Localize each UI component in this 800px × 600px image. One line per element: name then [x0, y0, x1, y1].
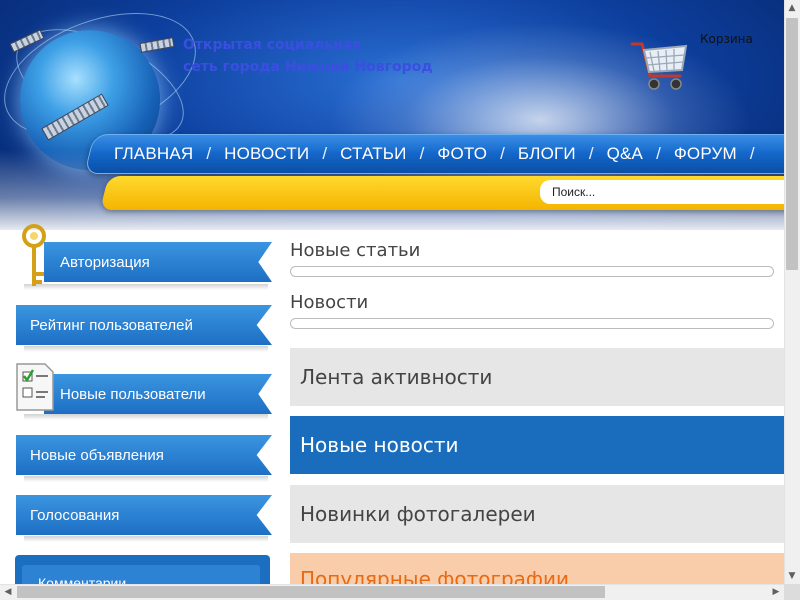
site-header: Открытая социальная сеть города Нижний Н… [0, 0, 784, 230]
nav-separator: / [656, 144, 661, 163]
sidebar-item-label: Новые объявления [30, 446, 164, 464]
sidebar-item-label: Авторизация [60, 253, 150, 271]
nav-item-5[interactable]: Q&A [605, 144, 646, 164]
tab-new-photos[interactable]: Новинки фотогалереи [290, 485, 784, 543]
sidebar-item-user-rating[interactable]: Рейтинг пользователей [16, 305, 272, 345]
tab-popular-photos[interactable]: Популярные фотографии [290, 553, 784, 584]
ribbon-shadow [24, 284, 268, 290]
ribbon-shadow [24, 346, 268, 352]
nav-item-1[interactable]: НОВОСТИ [222, 144, 311, 164]
nav-separator: / [500, 144, 505, 163]
nav-item-0[interactable]: ГЛАВНАЯ [112, 144, 195, 164]
tab-label: Новинки фотогалереи [300, 502, 536, 526]
nav-separator: / [206, 144, 212, 163]
scroll-down-icon[interactable]: ▼ [784, 568, 800, 584]
site-title[interactable]: Открытая социальная сеть города Нижний Н… [183, 34, 503, 78]
ribbon-shadow [24, 414, 268, 420]
nav-separator: / [588, 144, 594, 163]
tab-label: Новые новости [300, 433, 459, 457]
nav-item-2[interactable]: СТАТЬИ [338, 144, 409, 164]
sidebar-item-label: Новые пользователи [60, 385, 206, 403]
tab-label: Популярные фотографии [300, 567, 570, 584]
tab-label: Лента активности [300, 365, 493, 389]
ribbon-shadow [24, 476, 268, 482]
nav-separator: / [322, 144, 328, 163]
sidebar-item-new-users[interactable]: Новые пользователи [44, 374, 272, 414]
sidebar-item-new-ads[interactable]: Новые объявления [16, 435, 272, 475]
scroll-right-icon[interactable]: ▶ [768, 584, 784, 600]
site-title-line2: сеть города Нижний Новгород [183, 59, 433, 75]
scroll-left-icon[interactable]: ◀ [0, 584, 16, 600]
nav-item-6[interactable]: ФОРУМ [672, 144, 739, 164]
nav-item-3[interactable]: ФОТО [435, 144, 489, 164]
sidebar-item-label: Рейтинг пользователей [30, 316, 193, 334]
ribbon-shadow [24, 536, 268, 542]
section-title-new-articles[interactable]: Новые статьи [290, 240, 420, 261]
checklist-icon [16, 363, 54, 411]
vertical-scroll-thumb[interactable] [786, 18, 798, 270]
cart-label[interactable]: Корзина [700, 32, 753, 46]
shopping-cart-icon[interactable] [628, 30, 692, 96]
tab-activity-feed[interactable]: Лента активности [290, 348, 784, 406]
golden-key-icon [22, 224, 46, 286]
scrollbar-corner [784, 584, 800, 600]
nav-item-4[interactable]: БЛОГИ [516, 144, 578, 164]
section-bar [290, 266, 774, 277]
search-input[interactable] [540, 180, 784, 204]
nav-separator: / [419, 144, 425, 163]
sidebar-item-auth[interactable]: Авторизация [44, 242, 272, 282]
tab-new-news[interactable]: Новые новости [290, 416, 784, 474]
section-bar [290, 318, 774, 329]
scroll-up-icon[interactable]: ▲ [784, 0, 800, 16]
nav-separator: / [749, 144, 755, 163]
sidebar-item-polls[interactable]: Голосования [16, 495, 272, 535]
site-title-line1: Открытая социальная [183, 37, 362, 53]
sidebar-item-label: Голосования [30, 506, 120, 524]
main-nav: ГЛАВНАЯ / НОВОСТИ / СТАТЬИ / ФОТО / БЛОГИ / Q&A / ФО… [112, 134, 766, 174]
section-title-news[interactable]: Новости [290, 292, 368, 313]
horizontal-scroll-thumb[interactable] [17, 586, 605, 598]
